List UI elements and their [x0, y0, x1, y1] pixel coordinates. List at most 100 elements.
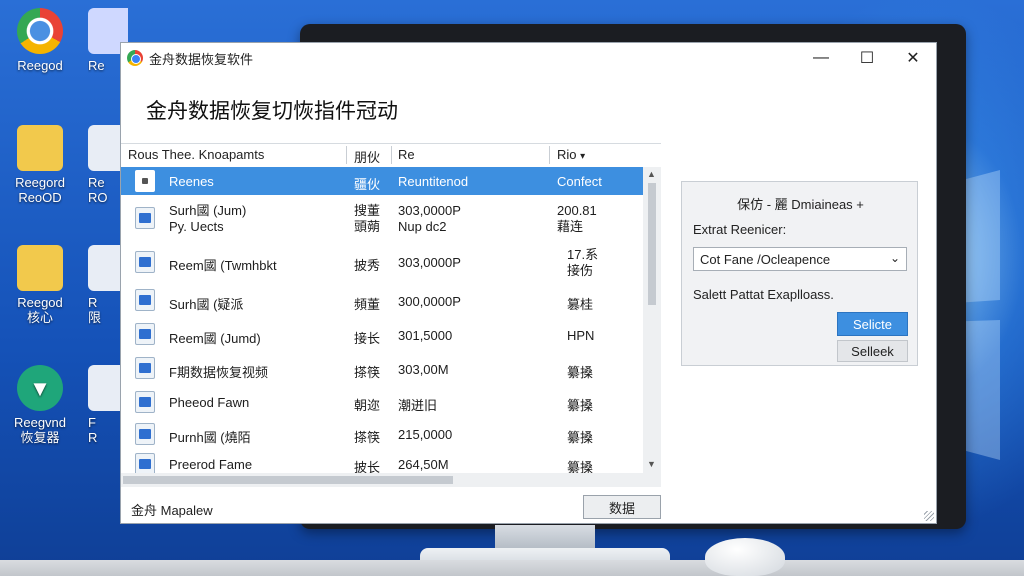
row-name: Preerod Fame: [169, 457, 253, 472]
row-name: Purnh國 (燒陌: [169, 430, 251, 445]
desktop-icon-label: Reegod: [17, 58, 63, 73]
row-size: 215,0000: [398, 427, 453, 442]
column-header-size[interactable]: Re: [398, 147, 415, 162]
extract-label: Extrat Reenicer:: [693, 222, 787, 237]
column-header-name[interactable]: Rous Thee. Knoapamts: [128, 147, 264, 162]
computer-mouse: [705, 538, 785, 576]
table-row[interactable]: Surh國 (Jum) Py. Uects 搜董 頭蒴 303,0000P Nu…: [121, 199, 643, 239]
table-row[interactable]: Preerod Fame 披长 264,50M 纂搡: [121, 449, 643, 473]
row-status: 纂搡: [567, 460, 594, 473]
scrollbar-thumb[interactable]: [648, 183, 656, 305]
row-size: Reuntitenod: [398, 174, 469, 189]
secondary-select-button[interactable]: Selleek: [837, 340, 908, 362]
row-status: 200.81 藉连: [557, 203, 597, 234]
folder-icon: [17, 125, 63, 171]
file-icon: [135, 170, 155, 192]
row-size: 303,00M: [398, 362, 449, 377]
select-button[interactable]: Selicte: [837, 312, 908, 336]
table-row[interactable]: F期数据恢复视频 搽筷 303,00M 纂搡: [121, 353, 643, 385]
sort-arrow-icon: ▾: [580, 151, 586, 162]
table-row[interactable]: Reenes 疆伙 Reuntitenod Confect: [121, 167, 643, 195]
desktop-icon-label: Reegod 核心: [17, 295, 63, 325]
row-type: 接长: [354, 331, 381, 346]
options-panel: 保仿 - 麗 Dmiaineas + Extrat Reenicer: Cot …: [681, 181, 918, 366]
file-icon: [135, 289, 155, 311]
row-size: 301,5000: [398, 328, 453, 343]
row-size: 潮迸旧: [398, 398, 438, 413]
desktop-icon-shield[interactable]: ▼ Reegvnd 恢复器: [0, 365, 80, 445]
file-icon: [135, 453, 155, 473]
column-header-status[interactable]: Rio ▾: [557, 147, 585, 162]
desktop-icon-folder[interactable]: Reegord ReoOD: [0, 125, 80, 205]
row-status: 17.系 接伤: [567, 247, 599, 278]
folder-icon: [17, 245, 63, 291]
resize-grip[interactable]: [924, 511, 934, 521]
scrollbar-thumb[interactable]: [123, 476, 453, 484]
table-body: Reenes 疆伙 Reuntitenod Confect Surh國 (Jum…: [121, 167, 643, 473]
app-window: 金舟数据恢复软件 — ☐ ✕ 金舟数据恢复切恢指件冠动 Rous Thee. K…: [120, 42, 937, 524]
row-size: 264,50M: [398, 457, 449, 472]
desktop-icon-label: Reegvnd 恢复器: [13, 415, 67, 445]
window-controls: — ☐ ✕: [798, 43, 936, 73]
row-type: 頻董: [354, 297, 381, 312]
row-name: Surh國 (疑派: [169, 297, 244, 312]
table-header: Rous Thee. Knoapamts 朋伙 Re Rio ▾: [121, 144, 661, 166]
path-select[interactable]: Cot Fane /Ocleapence ⌄: [693, 247, 907, 271]
row-status: 纂搡: [567, 430, 594, 445]
row-size: 303,0000P: [398, 255, 461, 270]
row-status: 纂搡: [567, 365, 594, 380]
desktop-icon-folder[interactable]: Reegod 核心: [0, 245, 80, 325]
table-row[interactable]: Surh國 (疑派 頻董 300,0000P 篡桂: [121, 285, 643, 317]
column-divider[interactable]: [391, 146, 392, 164]
footer-button[interactable]: 数据: [583, 495, 661, 519]
chrome-icon: [17, 8, 63, 54]
row-type: 疆伙: [354, 177, 381, 192]
row-status: HPN: [567, 328, 595, 343]
close-button[interactable]: ✕: [890, 43, 936, 73]
row-name: Reenes: [169, 174, 214, 189]
app-logo-icon: [127, 50, 143, 66]
column-divider[interactable]: [346, 146, 347, 164]
file-table: Rous Thee. Knoapamts 朋伙 Re Rio ▾ Reenes …: [121, 143, 661, 487]
status-label: 金舟 Mapalew: [131, 503, 213, 518]
desktop-icon-label: Reegord ReoOD: [15, 175, 65, 205]
table-row[interactable]: Reem國 (Twmhbkt 披秀 303,0000P 17.系 接伤: [121, 243, 643, 283]
row-size: 303,0000P Nup dc2: [398, 203, 461, 234]
table-row[interactable]: Pheeod Fawn 朝迩 潮迸旧 纂搡: [121, 387, 643, 417]
maximize-button[interactable]: ☐: [844, 43, 890, 73]
column-header-status-label: Rio: [557, 147, 577, 162]
row-type: 搽筷: [354, 430, 381, 445]
path-select-value: Cot Fane /Ocleapence: [700, 252, 831, 267]
file-icon: [135, 323, 155, 345]
row-status: 篡桂: [567, 297, 594, 312]
panel-title: 保仿 - 麗 Dmiaineas +: [737, 197, 864, 212]
desk-surface: [0, 560, 1024, 576]
table-row[interactable]: Purnh國 (燒陌 搽筷 215,0000 纂搡: [121, 419, 643, 449]
row-type: 披秀: [354, 258, 381, 273]
horizontal-scrollbar[interactable]: [121, 473, 661, 487]
row-type: 搜董 頭蒴: [354, 203, 381, 234]
file-icon: [135, 251, 155, 273]
row-name: Pheeod Fawn: [169, 395, 250, 410]
column-divider[interactable]: [549, 146, 550, 164]
minimize-button[interactable]: —: [798, 43, 844, 73]
table-row[interactable]: Reem國 (Jumd) 接长 301,5000 HPN: [121, 319, 643, 351]
row-size: 300,0000P: [398, 294, 461, 309]
desktop-icon-chrome[interactable]: Reegod: [0, 8, 80, 73]
row-name: F期数据恢复视频: [169, 365, 268, 380]
vertical-scrollbar[interactable]: ▲ ▼: [643, 167, 661, 473]
row-status: Confect: [557, 174, 602, 189]
page-title: 金舟数据恢复切恢指件冠动: [146, 100, 398, 123]
row-type: 朝迩: [354, 398, 381, 413]
row-type: 披长: [354, 460, 381, 473]
row-name: Reem國 (Jumd): [169, 331, 261, 346]
row-type: 搽筷: [354, 365, 381, 380]
row-name: Reem國 (Twmhbkt: [169, 258, 277, 273]
file-icon: [135, 207, 155, 229]
file-icon: [135, 391, 155, 413]
column-header-type[interactable]: 朋伙: [354, 147, 380, 166]
panel-note: Salett Pattat Exaplloass.: [693, 287, 834, 302]
scroll-down-icon[interactable]: ▼: [647, 459, 656, 469]
title-bar[interactable]: 金舟数据恢复软件 — ☐ ✕: [121, 43, 936, 73]
scroll-up-icon[interactable]: ▲: [647, 169, 656, 179]
